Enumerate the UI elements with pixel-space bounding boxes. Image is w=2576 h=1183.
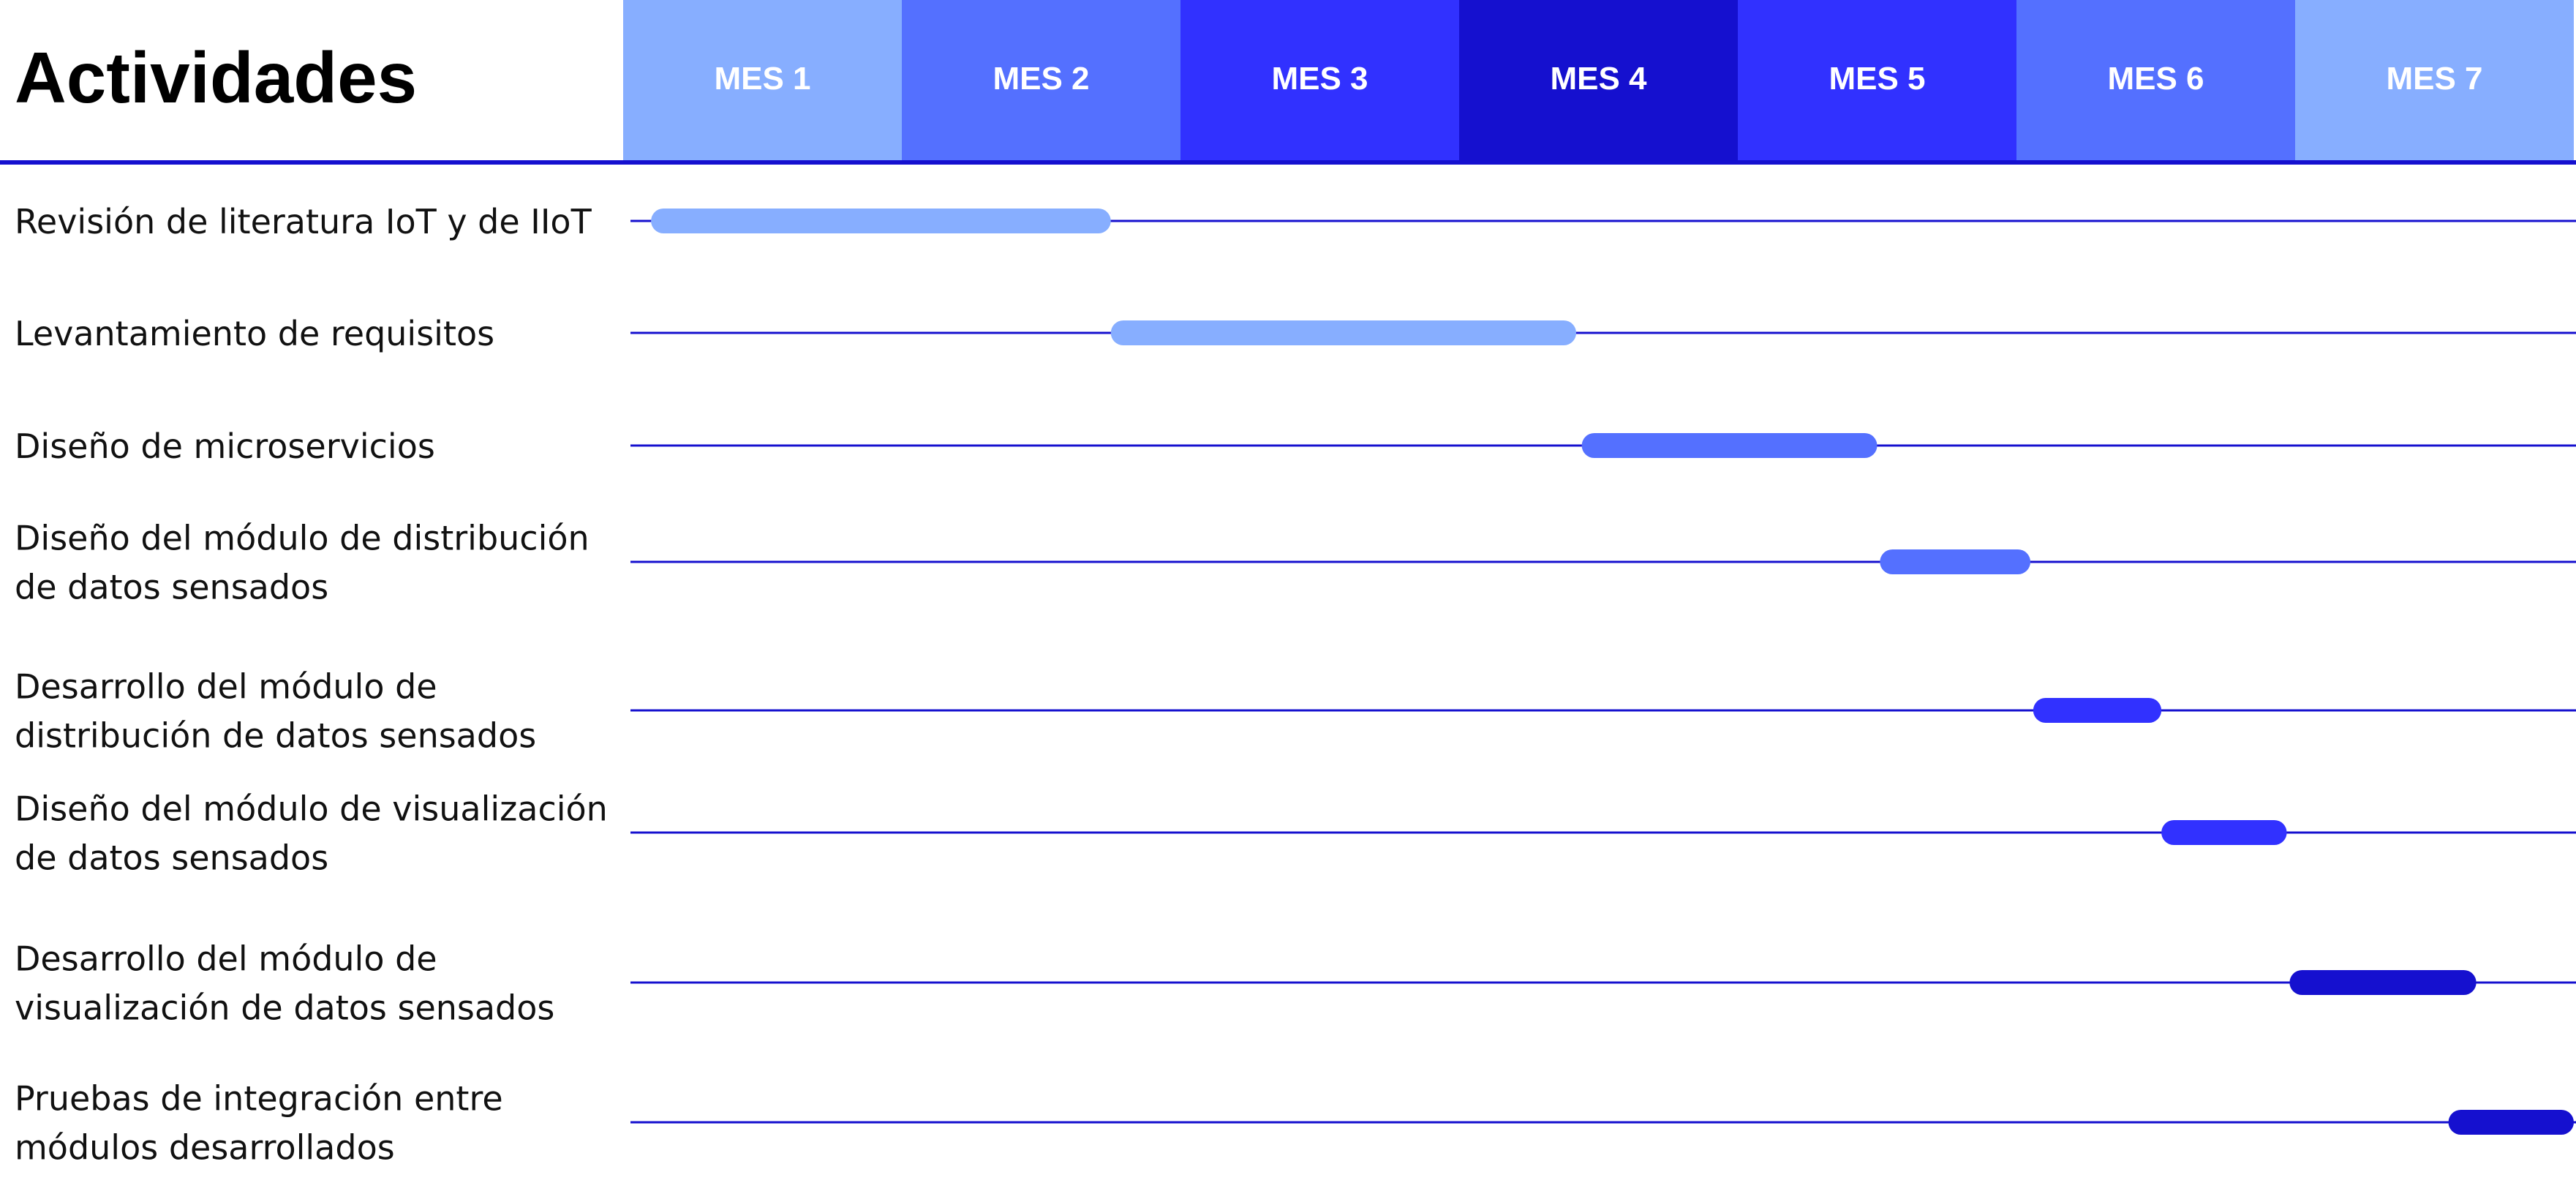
month-label-3: MES 3 xyxy=(1271,61,1368,97)
task-bar xyxy=(2448,1110,2574,1135)
task-label: Diseño de microservicios xyxy=(15,427,435,466)
chart-title: Actividades xyxy=(15,37,417,118)
task-row: Diseño del módulo de visualización de dat… xyxy=(15,789,2576,878)
task-bar xyxy=(1581,433,1878,458)
task-label: Diseño del módulo de visualización xyxy=(15,789,608,829)
month-label-4: MES 4 xyxy=(1550,61,1647,97)
month-header: MES 1 MES 2 MES 3 MES 4 MES 5 MES 6 MES 7 xyxy=(623,0,2574,161)
task-row: Revisión de literatura IoT y de IIoT xyxy=(15,202,2576,241)
task-bar xyxy=(651,209,1111,233)
task-label: Pruebas de integración entre xyxy=(15,1079,503,1119)
task-row: Diseño del módulo de distribución de dato… xyxy=(15,519,2576,607)
task-bar xyxy=(2033,698,2162,723)
month-label-5: MES 5 xyxy=(1829,61,1925,97)
task-row: Diseño de microservicios xyxy=(15,427,2576,466)
task-row: Desarrollo del módulo de distribución de … xyxy=(15,667,2576,756)
task-row: Desarrollo del módulo de visualización de… xyxy=(15,939,2576,1028)
task-bar xyxy=(2161,820,2287,845)
month-label-6: MES 6 xyxy=(2107,61,2204,97)
month-label-7: MES 7 xyxy=(2386,61,2482,97)
task-label: de datos sensados xyxy=(15,838,328,878)
task-label: Levantamiento de requisitos xyxy=(15,314,494,353)
task-rows: Revisión de literatura IoT y de IIoT Leva… xyxy=(15,202,2576,1168)
task-row: Levantamiento de requisitos xyxy=(15,314,2576,353)
month-label-2: MES 2 xyxy=(993,61,1089,97)
task-bar xyxy=(2289,970,2477,995)
task-bar xyxy=(1880,549,2031,574)
task-bar xyxy=(1110,320,1577,345)
task-label: Desarrollo del módulo de xyxy=(15,939,437,979)
task-label: Desarrollo del módulo de xyxy=(15,667,437,707)
task-label: de datos sensados xyxy=(15,568,328,607)
task-label: visualización de datos sensados xyxy=(15,988,554,1028)
month-label-1: MES 1 xyxy=(714,61,810,97)
task-label: módulos desarrollados xyxy=(15,1128,395,1168)
task-label: distribución de datos sensados xyxy=(15,716,536,756)
task-label: Diseño del módulo de distribución xyxy=(15,519,590,558)
task-label: Revisión de literatura IoT y de IIoT xyxy=(15,202,592,241)
gantt-chart: Actividades MES 1 MES 2 MES 3 MES 4 MES 5 MES… xyxy=(0,0,2576,1168)
task-row: Pruebas de integración entre módulos desa… xyxy=(15,1079,2576,1168)
